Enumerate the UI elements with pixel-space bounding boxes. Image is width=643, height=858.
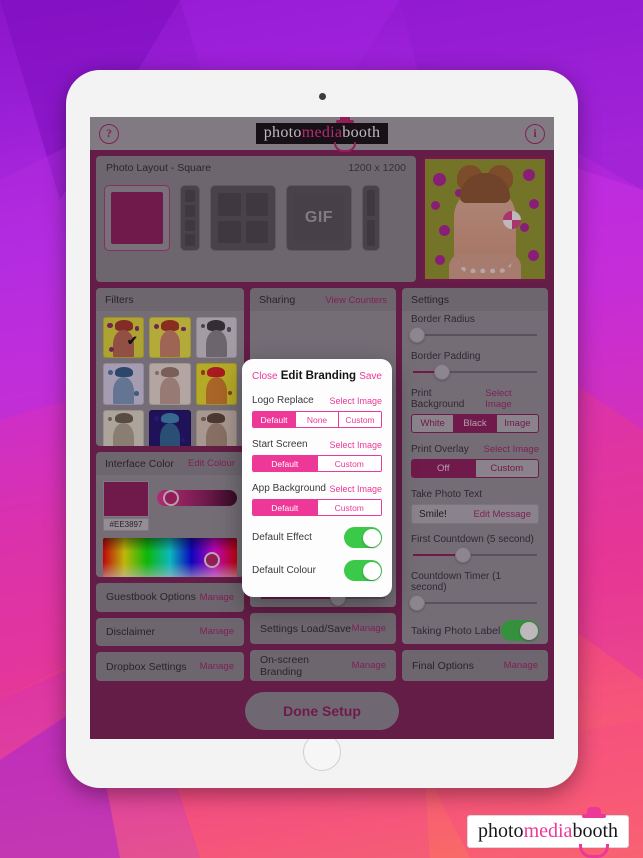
start-screen-option-custom[interactable]: Custom [317, 456, 381, 471]
start-screen-segmented[interactable]: Default Custom [252, 455, 382, 472]
toggle-knob [362, 528, 381, 547]
front-camera-icon [318, 93, 326, 100]
modal-save-button[interactable]: Save [359, 371, 382, 382]
ipad-device-frame: ? photomediabooth i Photo Layout - Squar… [66, 70, 578, 788]
toggle-knob [362, 561, 381, 580]
default-effect-label: Default Effect [252, 532, 312, 543]
watermark-part-one: photo [478, 820, 524, 842]
default-colour-toggle[interactable] [344, 560, 382, 581]
hat-icon [582, 807, 606, 819]
logo-replace-option-default[interactable]: Default [253, 412, 296, 427]
app-background-segmented[interactable]: Default Custom [252, 499, 382, 516]
watermark-part-three: booth [572, 820, 618, 842]
logo-replace-option-none[interactable]: None [296, 412, 339, 427]
app-screen: ? photomediabooth i Photo Layout - Squar… [90, 117, 554, 739]
app-background-header: App Background Select Image [252, 483, 382, 494]
app-background-option-default[interactable]: Default [253, 500, 318, 515]
watermark-logo: photomediabooth [467, 807, 629, 858]
default-colour-row: Default Colour [252, 560, 382, 581]
modal-header: Close Edit Branding Save [242, 359, 392, 391]
app-background-select-image-link[interactable]: Select Image [329, 484, 382, 494]
modal-body: Logo Replace Select Image Default None C… [242, 391, 392, 597]
modal-title: Edit Branding [280, 370, 357, 382]
logo-replace-header: Logo Replace Select Image [252, 395, 382, 406]
edit-branding-modal: Close Edit Branding Save Logo Replace Se… [242, 359, 392, 597]
moustache-icon [579, 844, 609, 858]
default-effect-row: Default Effect [252, 527, 382, 548]
app-background-label: App Background [252, 483, 326, 494]
logo-replace-segmented[interactable]: Default None Custom [252, 411, 382, 428]
app-background-option-custom[interactable]: Custom [317, 500, 381, 515]
start-screen-header: Start Screen Select Image [252, 439, 382, 450]
start-screen-label: Start Screen [252, 439, 308, 450]
modal-close-button[interactable]: Close [252, 371, 278, 382]
logo-replace-label: Logo Replace [252, 395, 314, 406]
logo-replace-option-custom[interactable]: Custom [339, 412, 381, 427]
start-screen-option-default[interactable]: Default [253, 456, 318, 471]
watermark-part-two: media [523, 820, 573, 842]
logo-replace-select-image-link[interactable]: Select Image [329, 396, 382, 406]
start-screen-select-image-link[interactable]: Select Image [329, 440, 382, 450]
default-colour-label: Default Colour [252, 565, 316, 576]
default-effect-toggle[interactable] [344, 527, 382, 548]
